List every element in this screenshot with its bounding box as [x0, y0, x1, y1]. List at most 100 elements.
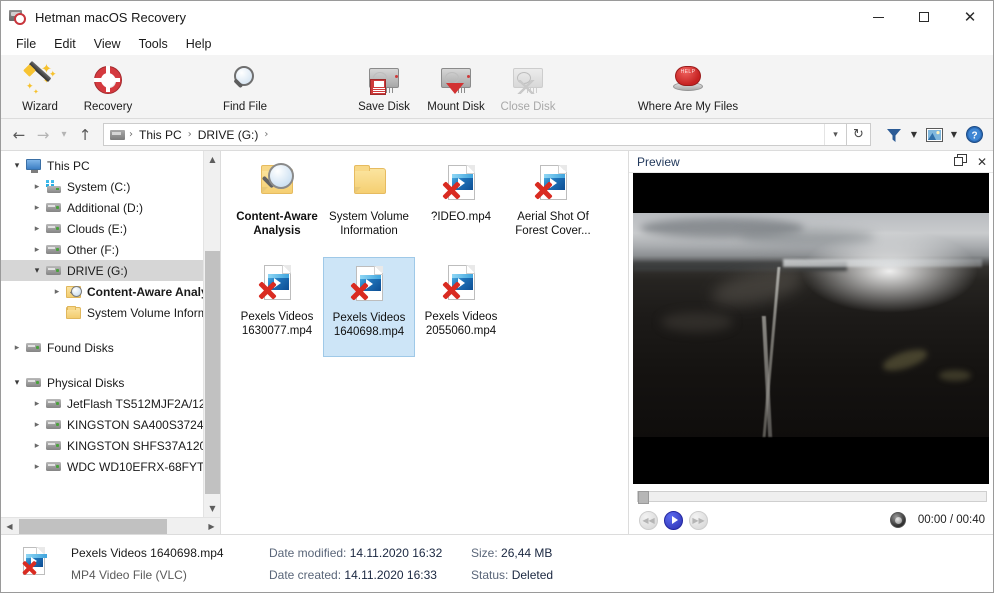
status-date-created-value: 14.11.2020 16:33 [344, 567, 437, 582]
file-item-pexels-2055060[interactable]: Pexels Videos 2055060.mp4 [415, 257, 507, 357]
chevron-right-icon[interactable]: ▸ [29, 179, 45, 195]
menu-file[interactable]: File [7, 35, 45, 53]
tree-item-physical-disks[interactable]: ▾ Physical Disks [1, 372, 220, 393]
mp4-file-icon [254, 263, 300, 307]
tree-item-label: DRIVE (G:) [67, 263, 128, 278]
folder-tree[interactable]: ▾ This PC ▸ System (C:) ▸ Additional (D:… [1, 151, 220, 517]
refresh-button[interactable]: ↻ [847, 123, 871, 146]
tree-item-label: Found Disks [47, 340, 114, 355]
scroll-thumb[interactable] [19, 519, 167, 534]
breadcrumb-this-pc[interactable]: This PC [137, 128, 184, 142]
toolbar-button-mount-disk[interactable]: Mount Disk [419, 59, 493, 113]
tree-item-drive-g[interactable]: ▾ DRIVE (G:) [1, 260, 220, 281]
chevron-right-icon[interactable]: ▸ [29, 459, 45, 475]
close-icon[interactable]: ✕ [977, 156, 987, 168]
scroll-left-icon[interactable]: ◀ [1, 518, 18, 535]
tree-horizontal-scrollbar[interactable]: ◀ ▶ [1, 517, 220, 534]
chevron-down-icon[interactable]: ▾ [9, 375, 25, 391]
chevron-right-icon[interactable]: ▸ [29, 221, 45, 237]
file-item-pexels-1630077[interactable]: Pexels Videos 1630077.mp4 [231, 257, 323, 357]
video-preview-stage[interactable] [633, 173, 989, 484]
file-item-video-mp4[interactable]: ?IDEO.mp4 [415, 157, 507, 257]
toolbar-button-save-disk[interactable]: Save Disk [349, 59, 419, 113]
scroll-down-icon[interactable]: ▼ [204, 500, 220, 517]
tree-item-clouds-e[interactable]: ▸ Clouds (E:) [1, 218, 220, 239]
up-button[interactable]: ↑ [73, 123, 97, 147]
toolbar-button-recovery[interactable]: Recovery [75, 59, 141, 113]
chevron-down-icon[interactable]: ▾ [29, 263, 45, 279]
tree-item-jetflash[interactable]: ▸ JetFlash TS512MJF2A/120 U [1, 393, 220, 414]
menu-tools[interactable]: Tools [130, 35, 177, 53]
deleted-marker-icon [532, 179, 554, 201]
scroll-thumb[interactable] [205, 251, 220, 494]
tree-item-other-f[interactable]: ▸ Other (F:) [1, 239, 220, 260]
breadcrumb-drive-g[interactable]: DRIVE (G:) [196, 128, 261, 142]
menu-view[interactable]: View [85, 35, 130, 53]
tree-vertical-scrollbar[interactable]: ▲ ▼ [203, 151, 220, 517]
toolbar-button-where-are-my-files[interactable]: HELP Where Are My Files [623, 59, 753, 113]
minimize-button[interactable] [855, 1, 901, 33]
chevron-right-icon[interactable]: ▸ [9, 340, 25, 356]
toolbar-button-find-file[interactable]: Find File [207, 59, 283, 113]
tree-item-system-c[interactable]: ▸ System (C:) [1, 176, 220, 197]
back-button[interactable]: ← [7, 123, 31, 147]
tree-item-additional-d[interactable]: ▸ Additional (D:) [1, 197, 220, 218]
close-button[interactable]: ✕ [947, 1, 993, 33]
application-window: Hetman macOS Recovery ✕ File Edit View T… [0, 0, 994, 593]
filter-funnel-icon[interactable] [881, 123, 907, 147]
chevron-right-icon[interactable]: ▸ [29, 438, 45, 454]
forward-button[interactable]: → [31, 123, 55, 147]
file-item-content-aware-analysis[interactable]: Content-Aware Analysis [231, 157, 323, 257]
preview-header: Preview ✕ [629, 151, 993, 173]
chevron-right-icon[interactable]: ▸ [29, 242, 45, 258]
file-list-panel[interactable]: Content-Aware Analysis System Volume Inf… [221, 151, 629, 534]
filter-dropdown-caret[interactable]: ▼ [907, 123, 921, 147]
deleted-marker-icon [256, 279, 278, 301]
folder-icon [65, 305, 83, 321]
status-file-name: Pexels Videos 1640698.mp4 [71, 545, 224, 560]
file-item-system-volume-information[interactable]: System Volume Information [323, 157, 415, 257]
undock-icon[interactable] [953, 154, 967, 169]
tree-item-wdc[interactable]: ▸ WDC WD10EFRX-68FYTN0 [1, 456, 220, 477]
file-name-label: Aerial Shot Of Forest Cover... [515, 211, 591, 237]
volume-icon[interactable] [889, 512, 906, 528]
menu-edit[interactable]: Edit [45, 35, 85, 53]
media-time-label: 00:00 / 00:40 [917, 514, 985, 526]
history-dropdown-button[interactable]: ▾ [55, 123, 73, 147]
maximize-button[interactable] [901, 1, 947, 33]
file-grid: Content-Aware Analysis System Volume Inf… [221, 151, 628, 357]
tree-item-content-aware-analysis[interactable]: ▸ Content-Aware Analy [1, 281, 220, 302]
scroll-right-icon[interactable]: ▶ [203, 518, 220, 535]
seek-slider[interactable] [637, 491, 987, 504]
view-mode-icon[interactable] [921, 123, 947, 147]
scroll-up-icon[interactable]: ▲ [204, 151, 220, 168]
chevron-right-icon[interactable]: ▸ [29, 396, 45, 412]
chevron-right-icon[interactable]: ▸ [49, 284, 65, 300]
close-icon: ✕ [963, 7, 977, 26]
chevron-right-icon[interactable]: ▸ [29, 417, 45, 433]
file-item-pexels-1640698[interactable]: Pexels Videos 1640698.mp4 [323, 257, 415, 357]
file-item-aerial-shot[interactable]: Aerial Shot Of Forest Cover... [507, 157, 599, 257]
chevron-down-icon[interactable]: ▾ [9, 158, 25, 174]
menu-help[interactable]: Help [177, 35, 221, 53]
status-status-label: Status: [471, 567, 509, 582]
content-aware-folder-icon [254, 163, 300, 207]
chevron-right-icon[interactable]: ▸ [29, 200, 45, 216]
tree-item-system-volume-information[interactable]: ▸ System Volume Inform [1, 302, 220, 323]
forward-button[interactable]: ▶▶ [689, 510, 708, 530]
tree-item-kingston-sa400[interactable]: ▸ KINGSTON SA400S37240G [1, 414, 220, 435]
view-dropdown-caret[interactable]: ▼ [947, 123, 961, 147]
tree-item-kingston-shfs[interactable]: ▸ KINGSTON SHFS37A120G [1, 435, 220, 456]
seek-thumb[interactable] [638, 491, 649, 504]
play-button[interactable] [664, 510, 683, 530]
tree-item-this-pc[interactable]: ▾ This PC [1, 155, 220, 176]
toolbar-button-wizard[interactable]: ✦✦ ✦✦✦ Wizard [7, 59, 73, 113]
status-size-label: Size: [471, 545, 498, 560]
help-question-icon[interactable]: ? [961, 123, 987, 147]
tree-item-found-disks[interactable]: ▸ Found Disks [1, 337, 220, 358]
file-name-label: Pexels Videos 2055060.mp4 [424, 311, 498, 337]
tree-item-label: Content-Aware Analy [87, 284, 208, 299]
address-field[interactable]: › This PC › DRIVE (G:) › ▾ [103, 123, 847, 146]
rewind-button[interactable]: ◀◀ [639, 510, 658, 530]
address-dropdown-button[interactable]: ▾ [824, 124, 846, 145]
